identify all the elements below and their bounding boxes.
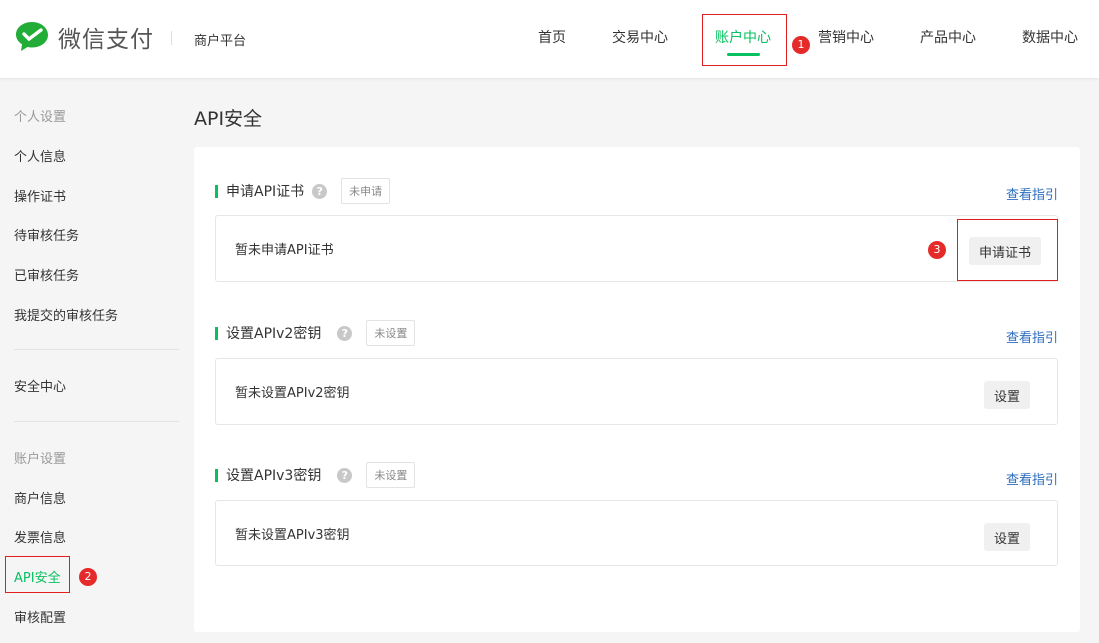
help-icon[interactable]: ? (337, 467, 353, 483)
sidebar-item-review-config[interactable]: 审核配置 (14, 607, 66, 626)
header-divider (171, 31, 172, 45)
nav-data-center[interactable]: 数据中心 (1022, 27, 1078, 47)
section-status-text: 暂未设置APIv2密钥 (235, 386, 350, 401)
section-marker (215, 468, 218, 482)
sidebar-divider (14, 421, 179, 422)
sidebar-item-operation-cert[interactable]: 操作证书 (14, 186, 66, 205)
sidebar-item-reviewed[interactable]: 已审核任务 (14, 265, 79, 284)
nav-marketing-center[interactable]: 营销中心 (818, 27, 874, 47)
section-marker (215, 184, 218, 198)
sidebar-item-personal-info[interactable]: 个人信息 (14, 146, 66, 165)
view-guide-link[interactable]: 查看指引 (1006, 184, 1058, 203)
sidebar-item-pending-review[interactable]: 待审核任务 (14, 225, 79, 244)
section-status-text: 暂未申请API证书 (235, 243, 334, 258)
section-marker (215, 326, 218, 340)
wechat-pay-icon (16, 22, 48, 51)
brand-name: 微信支付 (58, 27, 154, 53)
top-header: 微信支付 商户平台 首页 交易中心 账户中心 营销中心 产品中心 数据中心 (0, 0, 1099, 78)
view-guide-link[interactable]: 查看指引 (1006, 327, 1058, 346)
wechat-pay-logo[interactable]: 微信支付 (14, 20, 154, 54)
annotation-badge-3: 3 (928, 241, 946, 259)
annotation-box-2 (5, 556, 70, 593)
nav-product-center[interactable]: 产品中心 (920, 27, 976, 47)
set-apiv2-button[interactable]: 设置 (984, 381, 1031, 409)
annotation-box-3 (957, 219, 1058, 281)
annotation-badge-1: 1 (792, 36, 810, 54)
sidebar-item-security-center[interactable]: 安全中心 (14, 376, 66, 395)
sidebar-group-account: 账户设置 (14, 452, 67, 467)
section-title-api-cert: 申请API证书 ? 未申请 (215, 178, 391, 204)
section-title-text: 申请API证书 (226, 184, 305, 200)
help-icon[interactable]: ? (337, 325, 353, 341)
section-title-text: 设置APIv3密钥 (226, 468, 322, 484)
section-status-text: 暂未设置APIv3密钥 (235, 528, 350, 543)
status-badge: 未设置 (366, 320, 416, 346)
sidebar-item-merchant-info[interactable]: 商户信息 (14, 488, 66, 507)
section-box-apiv2: 暂未设置APIv2密钥 设置 (215, 358, 1058, 425)
sidebar-item-invoice-info[interactable]: 发票信息 (14, 527, 66, 546)
sidebar-group-personal: 个人设置 (14, 110, 67, 125)
section-title-text: 设置APIv2密钥 (226, 326, 322, 342)
page-title: API安全 (194, 108, 263, 130)
status-badge: 未设置 (366, 462, 416, 488)
nav-trade-center[interactable]: 交易中心 (612, 27, 668, 47)
platform-name: 商户平台 (194, 34, 247, 49)
section-title-apiv2: 设置APIv2密钥 ? 未设置 (215, 320, 416, 346)
section-box-apiv3: 暂未设置APIv3密钥 设置 (215, 500, 1058, 566)
help-icon[interactable]: ? (312, 183, 328, 199)
set-apiv3-button[interactable]: 设置 (984, 523, 1031, 551)
section-title-apiv3: 设置APIv3密钥 ? 未设置 (215, 462, 416, 488)
annotation-badge-2: 2 (79, 568, 97, 586)
view-guide-link[interactable]: 查看指引 (1006, 469, 1058, 488)
sidebar-item-my-submitted[interactable]: 我提交的审核任务 (14, 305, 118, 324)
sidebar-divider (14, 349, 179, 350)
nav-home[interactable]: 首页 (538, 27, 566, 47)
status-badge: 未申请 (341, 178, 391, 204)
annotation-box-1 (702, 14, 787, 66)
